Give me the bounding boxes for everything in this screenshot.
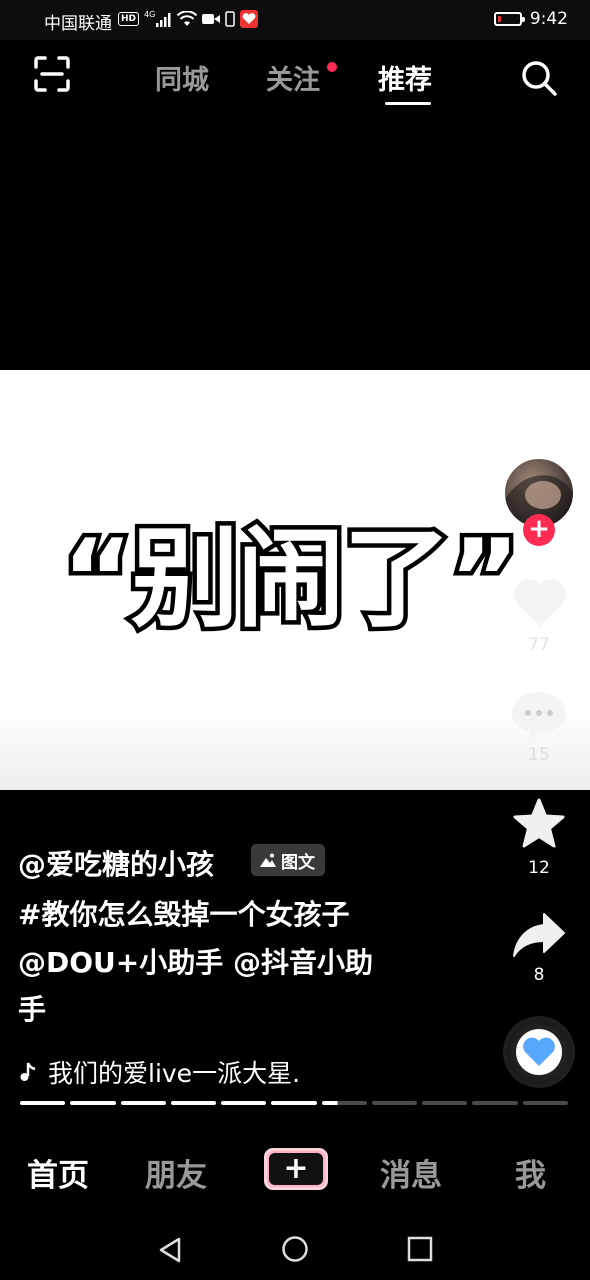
create-plus-label: + (269, 1153, 323, 1185)
carousel-progress (20, 1101, 568, 1106)
music-info[interactable]: 我们的爱live一派大星. (18, 1054, 300, 1090)
home-icon[interactable] (281, 1235, 309, 1263)
progress-segment (221, 1101, 267, 1105)
create-button[interactable]: + (264, 1148, 328, 1190)
description-line[interactable]: @DOU+小助手 @抖音小助 (18, 941, 373, 981)
comment-icon[interactable] (510, 688, 568, 742)
wifi-icon (177, 11, 198, 26)
app-notification-icon (240, 10, 259, 28)
like-count: 77 (528, 635, 550, 655)
favorite-star-icon[interactable] (512, 798, 566, 850)
progress-segment (422, 1101, 468, 1105)
signal-icon: 4G (144, 11, 172, 27)
post-image-text: “别闹了” (58, 513, 525, 647)
scan-icon[interactable] (34, 56, 70, 92)
following-notification-dot (327, 62, 337, 72)
music-disc-cover (516, 1029, 562, 1075)
nav-friends[interactable]: 朋友 (145, 1150, 207, 1195)
network-type: 4G (144, 10, 156, 19)
progress-segment (20, 1101, 66, 1105)
tab-recommended[interactable]: 推荐 (378, 58, 432, 97)
image-text-icon (260, 853, 276, 867)
recents-icon[interactable] (407, 1236, 433, 1262)
tab-nearby[interactable]: 同城 (155, 58, 209, 97)
share-count: 8 (533, 965, 545, 985)
share-arrow-icon[interactable] (512, 912, 566, 958)
music-title: 我们的爱live一派大星. (48, 1059, 301, 1088)
description-line[interactable]: 手 (18, 988, 46, 1028)
hd-icon: HD (118, 12, 140, 26)
progress-segment (472, 1101, 518, 1105)
progress-segment (371, 1101, 418, 1105)
progress-segment (321, 1101, 367, 1105)
phone-icon (225, 11, 236, 27)
progress-segment (522, 1101, 568, 1105)
tab-following[interactable]: 关注 (266, 58, 320, 97)
music-disc[interactable] (503, 1016, 575, 1088)
search-icon[interactable] (520, 59, 558, 97)
clock: 9:42 (529, 9, 568, 29)
nav-me[interactable]: 我 (515, 1150, 546, 1195)
blue-heart-icon (523, 1037, 555, 1066)
status-bar: 中国联通 HD 4G 9:42 (0, 0, 590, 40)
progress-segment (271, 1101, 317, 1105)
comment-count: 15 (528, 745, 550, 765)
progress-segment (70, 1101, 116, 1105)
active-tab-indicator (385, 102, 431, 105)
battery-icon (493, 12, 525, 26)
post-type-label: 图文 (281, 852, 315, 873)
like-heart-icon[interactable] (512, 576, 568, 628)
top-nav: 同城 关注 推荐 (0, 40, 590, 120)
status-right: 9:42 (493, 9, 568, 29)
system-nav-bar (0, 1216, 590, 1280)
nav-home[interactable]: 首页 (27, 1150, 89, 1195)
status-icons: HD 4G (118, 8, 259, 30)
nav-messages[interactable]: 消息 (380, 1150, 442, 1195)
progress-segment (120, 1101, 166, 1105)
music-note-icon (20, 1062, 36, 1081)
progress-segment (170, 1101, 217, 1105)
back-icon[interactable] (157, 1236, 183, 1264)
video-icon (202, 14, 221, 24)
post-type-badge: 图文 (251, 844, 325, 876)
description-line[interactable]: #教你怎么毁掉一个女孩子 (18, 893, 349, 933)
carrier-name: 中国联通 (44, 14, 112, 34)
author-name[interactable]: @爱吃糖的小孩 (18, 843, 214, 883)
battery-level (497, 16, 501, 22)
favorite-count: 12 (528, 858, 550, 878)
follow-button[interactable]: + (523, 514, 555, 546)
